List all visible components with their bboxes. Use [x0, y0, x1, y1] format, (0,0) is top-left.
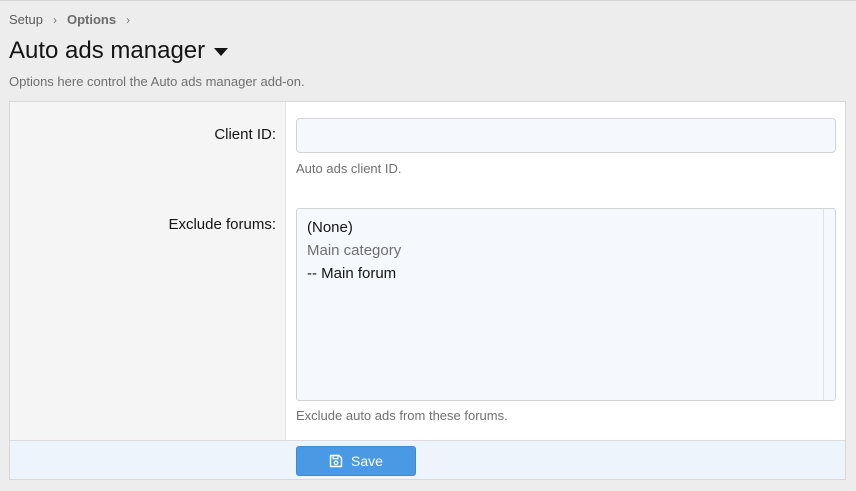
page-title-text: Auto ads manager	[9, 37, 206, 64]
breadcrumb-item-options[interactable]: Options	[67, 12, 116, 27]
floppy-disk-icon	[329, 454, 343, 468]
page-description: Options here control the Auto ads manage…	[9, 74, 305, 89]
option-group-main-category: Main category	[307, 242, 402, 259]
breadcrumb: Setup › Options ›	[9, 12, 140, 27]
listbox-scrollbar[interactable]	[823, 209, 835, 400]
caret-down-icon[interactable]	[214, 48, 229, 56]
exclude-forums-select[interactable]: (None) Main category -- Main forum	[296, 208, 836, 401]
breadcrumb-item-setup[interactable]: Setup	[9, 12, 43, 27]
exclude-forums-hint: Exclude auto ads from these forums.	[296, 408, 508, 423]
chevron-right-icon: ›	[126, 12, 131, 27]
page-title[interactable]: Auto ads manager	[9, 37, 229, 65]
form-submit-row: Save	[10, 440, 845, 479]
chevron-right-icon: ›	[52, 12, 57, 27]
option-main-forum[interactable]: -- Main forum	[307, 262, 835, 285]
exclude-forums-label: Exclude forums:	[168, 216, 276, 233]
options-form: Client ID: Exclude forums: Auto ads clie…	[9, 101, 846, 480]
save-button[interactable]: Save	[296, 446, 416, 476]
client-id-label: Client ID:	[214, 126, 276, 143]
save-button-label: Save	[351, 453, 383, 469]
client-id-input[interactable]	[296, 118, 836, 153]
client-id-hint: Auto ads client ID.	[296, 161, 402, 176]
option-none[interactable]: (None)	[307, 216, 835, 239]
label-column: Client ID: Exclude forums:	[10, 102, 286, 440]
